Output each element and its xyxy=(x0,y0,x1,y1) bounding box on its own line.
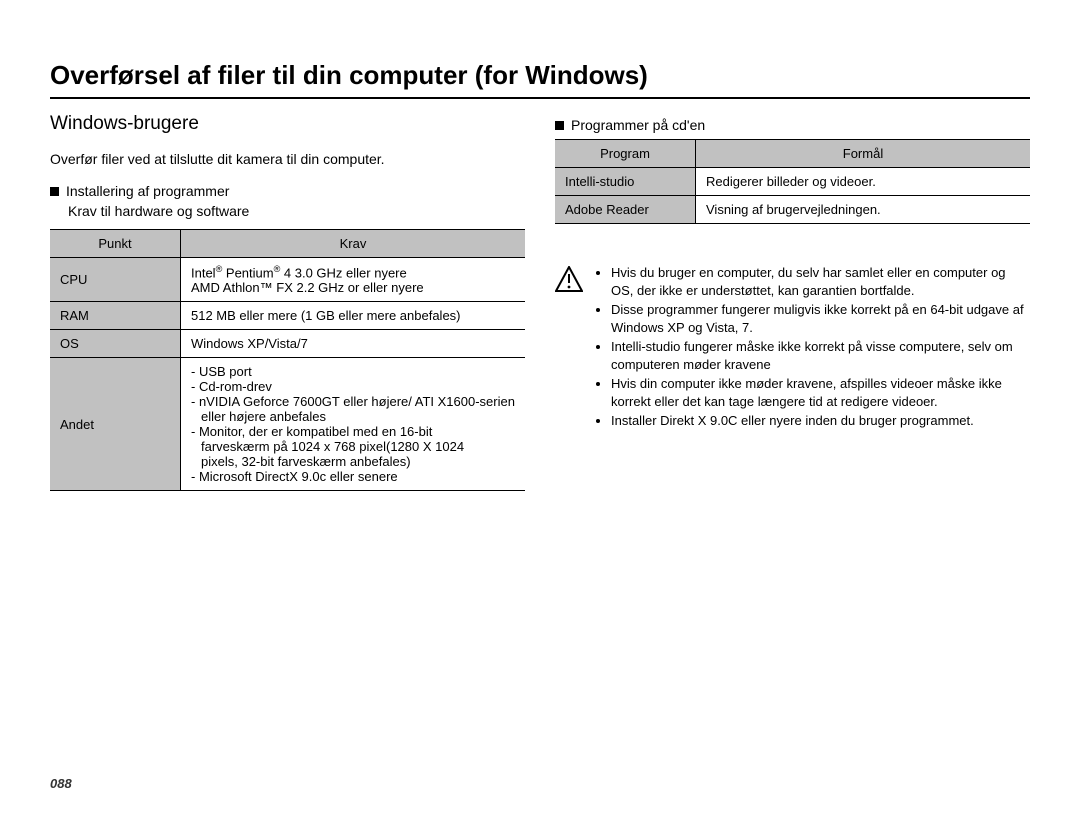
table-row: OS Windows XP/Vista/7 xyxy=(50,330,525,358)
other-line: - USB port xyxy=(191,364,515,379)
subtitle: Windows-brugere xyxy=(50,113,525,135)
req-cpu-value: Intel® Pentium® 4 3.0 GHz eller nyere AM… xyxy=(181,258,526,302)
two-column-layout: Windows-brugere Overfør filer ved at til… xyxy=(50,113,1030,491)
list-item: Hvis du bruger en computer, du selv har … xyxy=(611,264,1030,299)
page-number: 088 xyxy=(50,776,72,791)
other-line: - nVIDIA Geforce 7600GT eller højere/ AT… xyxy=(191,394,515,424)
section-programs-on-cd: Programmer på cd'en xyxy=(555,117,1030,133)
table-row: CPU Intel® Pentium® 4 3.0 GHz eller nyer… xyxy=(50,258,525,302)
intro-text: Overfør filer ved at tilslutte dit kamer… xyxy=(50,151,525,167)
table-header-row: Punkt Krav xyxy=(50,230,525,258)
list-item: Intelli-studio fungerer måske ikke korre… xyxy=(611,338,1030,373)
prog-r1-label: Intelli-studio xyxy=(555,168,696,196)
req-header-item: Punkt xyxy=(50,230,181,258)
table-header-row: Program Formål xyxy=(555,140,1030,168)
table-row: Intelli-studio Redigerer billeder og vid… xyxy=(555,168,1030,196)
req-ram-label: RAM xyxy=(50,302,181,330)
warning-triangle-icon xyxy=(555,266,583,295)
warning-box: Hvis du bruger en computer, du selv har … xyxy=(555,264,1030,432)
requirements-table: Punkt Krav CPU Intel® Pentium® 4 3.0 GHz… xyxy=(50,229,525,491)
section-installing-programs: Installering af programmer xyxy=(50,183,525,199)
req-os-value: Windows XP/Vista/7 xyxy=(181,330,526,358)
other-line: pixels, 32-bit farveskærm anbefales) xyxy=(191,454,515,469)
table-row: RAM 512 MB eller mere (1 GB eller mere a… xyxy=(50,302,525,330)
req-other-label: Andet xyxy=(50,358,181,491)
cpu-model: Pentium xyxy=(222,265,273,280)
list-item: Disse programmer fungerer muligvis ikke … xyxy=(611,301,1030,336)
bullet-square-icon xyxy=(555,121,564,130)
section-progs-label: Programmer på cd'en xyxy=(571,117,705,133)
other-line: farveskærm på 1024 x 768 pixel(1280 X 10… xyxy=(191,439,515,454)
table-row: Andet - USB port - Cd-rom-drev - nVIDIA … xyxy=(50,358,525,491)
left-column: Windows-brugere Overfør filer ved at til… xyxy=(50,113,525,491)
page-title: Overførsel af filer til din computer (fo… xyxy=(50,60,1030,99)
other-line: - Monitor, der er kompatibel med en 16-b… xyxy=(191,424,515,439)
document-page: Overførsel af filer til din computer (fo… xyxy=(0,0,1080,815)
cpu-brand: Intel xyxy=(191,265,216,280)
other-line: - Microsoft DirectX 9.0c eller senere xyxy=(191,469,515,484)
list-item: Installer Direkt X 9.0C eller nyere inde… xyxy=(611,412,1030,430)
req-other-value: - USB port - Cd-rom-drev - nVIDIA Geforc… xyxy=(181,358,526,491)
cpu-spec: 4 3.0 GHz eller nyere xyxy=(280,265,406,280)
bullet-square-icon xyxy=(50,187,59,196)
progs-header-purpose: Formål xyxy=(696,140,1031,168)
warning-list: Hvis du bruger en computer, du selv har … xyxy=(595,264,1030,432)
cpu-line2: AMD Athlon™ FX 2.2 GHz or eller nyere xyxy=(191,280,424,295)
list-item: Hvis din computer ikke møder kravene, af… xyxy=(611,375,1030,410)
prog-r2-label: Adobe Reader xyxy=(555,196,696,224)
section-install-label: Installering af programmer xyxy=(66,183,229,199)
progs-header-program: Program xyxy=(555,140,696,168)
prog-r2-value: Visning af brugervejledningen. xyxy=(696,196,1031,224)
prog-r1-value: Redigerer billeder og videoer. xyxy=(696,168,1031,196)
req-cpu-label: CPU xyxy=(50,258,181,302)
table-row: Adobe Reader Visning af brugervejledning… xyxy=(555,196,1030,224)
req-header-req: Krav xyxy=(181,230,526,258)
req-os-label: OS xyxy=(50,330,181,358)
other-line: - Cd-rom-drev xyxy=(191,379,515,394)
section-install-subline: Krav til hardware og software xyxy=(68,203,525,219)
programs-table: Program Formål Intelli-studio Redigerer … xyxy=(555,139,1030,224)
right-column: Programmer på cd'en Program Formål Intel… xyxy=(555,113,1030,491)
req-ram-value: 512 MB eller mere (1 GB eller mere anbef… xyxy=(181,302,526,330)
